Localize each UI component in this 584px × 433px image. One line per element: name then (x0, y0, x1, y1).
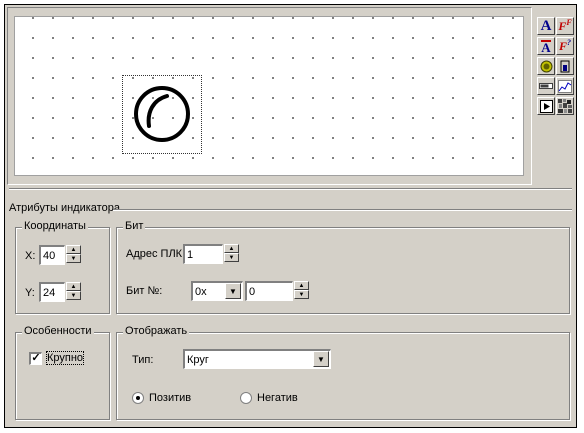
bitmap-tool-button[interactable] (556, 97, 574, 115)
y-spin-down[interactable]: ▼ (66, 291, 81, 300)
canvas-well (7, 7, 532, 185)
features-group: Особенности ✓ Крупно (15, 325, 110, 420)
y-input[interactable]: 24 (39, 282, 65, 302)
section-title: Атрибуты индикатора (9, 202, 120, 214)
x-spin-down[interactable]: ▼ (66, 254, 81, 263)
x-spin-up[interactable]: ▲ (66, 245, 81, 254)
bit-no-label: Бит №: (126, 285, 163, 297)
y-label: Y: (25, 287, 35, 299)
positive-radio[interactable] (132, 392, 144, 404)
checkmark-icon: ✓ (31, 352, 41, 364)
bit-group: Бит Адрес ПЛК 1 ▲ ▼ Бит №: 0x ▼ 0 ▲ ▼ (116, 220, 570, 314)
section-title-line (113, 209, 572, 211)
y-spinner[interactable]: ▲ ▼ (66, 282, 81, 302)
display-group: Отображать Тип: Круг ▼ Позитив Негатив (116, 325, 570, 420)
design-canvas[interactable] (14, 16, 524, 176)
bit-prefix-dropdown-button[interactable]: ▼ (225, 283, 241, 299)
bar-tool-icon (560, 60, 570, 72)
text-tool-button[interactable]: A (537, 17, 555, 35)
formula-tool-icon: F? (558, 38, 571, 53)
trend-tool-icon (558, 79, 572, 93)
text-indicator-tool-button[interactable]: A (537, 37, 555, 55)
type-dropdown-button[interactable]: ▼ (313, 351, 329, 367)
plc-address-spin-up[interactable]: ▲ (224, 244, 239, 253)
dynamic-text-tool-button[interactable]: FF (556, 17, 574, 35)
bit-number-spin-down[interactable]: ▼ (294, 290, 309, 299)
negative-label[interactable]: Негатив (257, 392, 298, 404)
negative-radio[interactable] (240, 392, 252, 404)
coordinates-group: Координаты X: 40 ▲ ▼ Y: 24 ▲ ▼ (15, 220, 110, 314)
large-checkbox-label[interactable]: Крупно (45, 351, 85, 365)
bit-number-spin-up[interactable]: ▲ (294, 281, 309, 290)
plc-address-spin-down[interactable]: ▼ (224, 253, 239, 262)
circle-indicator-icon (134, 86, 190, 142)
lamp-indicator-tool-button[interactable] (537, 57, 555, 75)
large-checkbox[interactable]: ✓ (29, 352, 42, 365)
plc-address-label: Адрес ПЛК (126, 248, 183, 260)
circle-indicator[interactable] (122, 75, 202, 154)
bargraph-tool-icon (539, 83, 553, 89)
x-input[interactable]: 40 (39, 245, 65, 265)
text-indicator-tool-icon: A (541, 39, 551, 55)
y-spin-up[interactable]: ▲ (66, 282, 81, 291)
chevron-down-icon: ▼ (317, 354, 325, 364)
plc-address-spinner[interactable]: ▲ ▼ (224, 244, 239, 264)
button-tool-button[interactable] (537, 97, 555, 115)
chevron-down-icon: ▼ (229, 286, 237, 296)
dynamic-text-tool-icon: FF (558, 18, 572, 33)
indicator-properties: Атрибуты индикатора Координаты X: 40 ▲ ▼ … (7, 188, 574, 424)
bit-number-input[interactable]: 0 (245, 281, 293, 301)
bitmap-tool-icon (558, 99, 572, 113)
text-tool-icon: A (540, 17, 552, 34)
bit-prefix-value: 0x (195, 286, 207, 298)
coordinates-legend: Координаты (22, 220, 88, 232)
type-label: Тип: (132, 354, 154, 366)
type-value: Круг (187, 354, 209, 366)
separator (9, 188, 572, 190)
positive-label[interactable]: Позитив (149, 392, 191, 404)
indicator-editor-window: A FF A F? Атрибуты индикатора Координаты… (4, 4, 577, 428)
bargraph-tool-button[interactable] (537, 77, 555, 95)
display-legend: Отображать (123, 325, 190, 337)
formula-tool-button[interactable]: F? (556, 37, 574, 55)
bar-tool-button[interactable] (556, 57, 574, 75)
x-spinner[interactable]: ▲ ▼ (66, 245, 81, 265)
tool-palette: A FF A F? (535, 7, 575, 165)
trend-tool-button[interactable] (556, 77, 574, 95)
type-select[interactable]: Круг (183, 349, 331, 369)
bit-number-spinner[interactable]: ▲ ▼ (294, 281, 309, 301)
features-legend: Особенности (22, 325, 94, 337)
lamp-indicator-tool-icon (540, 60, 552, 72)
button-tool-icon (539, 99, 553, 113)
x-label: X: (25, 250, 36, 262)
bit-legend: Бит (123, 220, 146, 232)
plc-address-input[interactable]: 1 (183, 244, 223, 264)
